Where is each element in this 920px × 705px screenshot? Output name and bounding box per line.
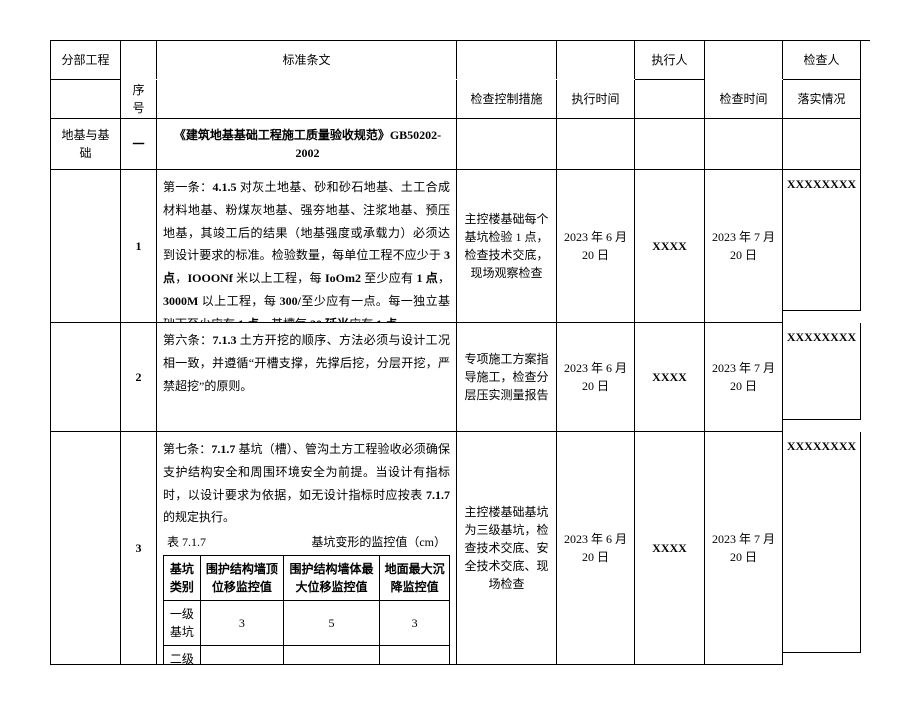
spec-table: 分部工程标准条文执行人检查人序号检查控制措施执行时间检查时间落实情况地基与基础一…: [50, 40, 870, 665]
